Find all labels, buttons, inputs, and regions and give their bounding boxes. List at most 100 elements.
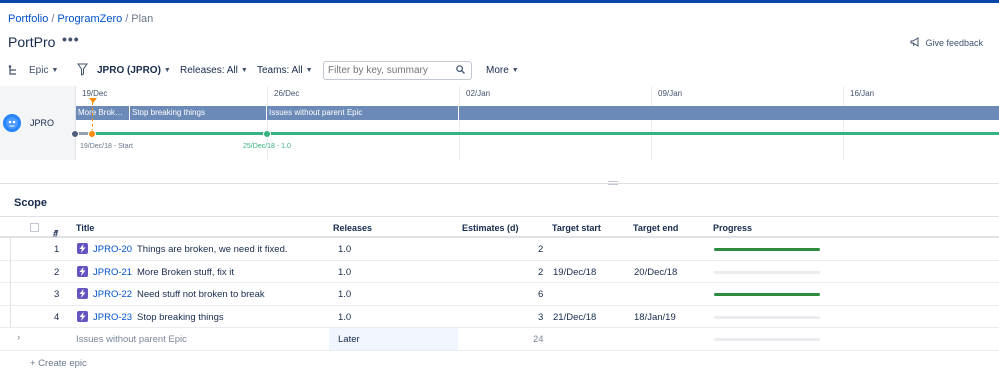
give-feedback-label: Give feedback xyxy=(925,38,983,48)
teams-filter-dropdown[interactable]: Teams: All ▼ xyxy=(257,65,313,76)
timeline-date: 16/Jan xyxy=(850,89,875,98)
project-filter-label: JPRO (JPRO) xyxy=(97,65,161,76)
pane-divider xyxy=(0,183,999,184)
table-row[interactable]: 3 JPRO-22 Need stuff not broken to break 1.… xyxy=(0,283,999,306)
target-end-cell[interactable]: 20/Dec/18 xyxy=(634,267,677,278)
resize-grip-icon[interactable] xyxy=(608,181,618,185)
releases-filter-label: Releases: All xyxy=(180,65,238,76)
column-estimates[interactable]: Estimates (d) xyxy=(462,223,519,233)
epic-icon xyxy=(77,265,88,277)
estimate-cell[interactable]: 2 xyxy=(538,244,543,255)
more-dropdown[interactable]: More ▼ xyxy=(486,65,519,76)
release-cell[interactable]: 1.0 xyxy=(338,267,351,278)
give-feedback-button[interactable]: Give feedback xyxy=(910,37,983,49)
epic-icon xyxy=(77,288,88,300)
release-cell[interactable]: 1.0 xyxy=(338,312,351,323)
hierarchy-label: Epic xyxy=(29,65,49,76)
hierarchy-dropdown[interactable]: Epic ▼ xyxy=(29,65,58,76)
timeline-bar[interactable]: Stop breaking things xyxy=(130,106,267,120)
column-title[interactable]: Title xyxy=(76,223,94,233)
megaphone-icon xyxy=(910,37,921,49)
issue-summary[interactable]: Stop breaking things xyxy=(137,312,224,323)
today-dot xyxy=(88,129,96,138)
column-target-end[interactable]: Target end xyxy=(633,223,678,233)
no-parent-title: Issues without parent Epic xyxy=(76,334,187,346)
timeline-bar[interactable]: Issues without parent Epic xyxy=(267,106,459,120)
target-end-cell[interactable]: 18/Jan/19 xyxy=(634,312,676,323)
timeline-project-row[interactable]: JPRO xyxy=(0,86,76,160)
search-icon[interactable] xyxy=(456,64,465,77)
issue-key-link[interactable]: JPRO-23 xyxy=(93,312,132,323)
chevron-down-icon: ▼ xyxy=(163,67,171,74)
progress-fill xyxy=(714,293,820,297)
select-all-checkbox[interactable] xyxy=(30,223,39,232)
release-cell[interactable]: 1.0 xyxy=(338,244,351,255)
project-avatar xyxy=(3,114,21,132)
epic-icon xyxy=(77,310,88,322)
chevron-down-icon: ▼ xyxy=(511,67,519,74)
progress-bar xyxy=(714,338,820,342)
table-row[interactable]: 1 JPRO-20 Things are broken, we need it fi… xyxy=(0,238,999,261)
estimate-cell[interactable]: 3 xyxy=(538,312,543,323)
release-line xyxy=(76,132,999,135)
timeline-date: 09/Jan xyxy=(658,89,683,98)
filter-icon[interactable] xyxy=(77,63,88,79)
timeline-project-label: JPRO xyxy=(30,118,55,128)
release-cell[interactable]: 1.0 xyxy=(338,289,351,300)
timeline-dates: 19/Dec 26/Dec 02/Jan 09/Jan 16/Jan xyxy=(76,86,999,104)
page-title: PortPro xyxy=(8,34,56,50)
no-parent-estimate: 24 xyxy=(533,334,544,346)
sort-down-icon: ▼ xyxy=(53,229,60,236)
timeline-date: 02/Jan xyxy=(466,89,491,98)
target-start-cell[interactable]: 21/Dec/18 xyxy=(553,312,596,323)
search-box xyxy=(323,61,472,80)
table-header: # ▼ Title Releases Estimates (d) Target … xyxy=(0,216,999,239)
timeline-date: 26/Dec xyxy=(274,89,300,98)
breadcrumb: Portfolio / ProgramZero / Plan xyxy=(8,13,153,25)
table-row[interactable]: 4 JPRO-23 Stop breaking things 1.0 3 21/Dec/1… xyxy=(0,306,999,329)
issue-summary[interactable]: More Broken stuff, fix it xyxy=(137,267,234,278)
no-parent-row[interactable]: › Issues without parent Epic Later 24 xyxy=(0,328,999,351)
timeline-bar[interactable]: More Brok… xyxy=(76,106,130,120)
release-label: 25/Dec/18 - 1.0 xyxy=(243,143,291,150)
issue-key-link[interactable]: JPRO-20 xyxy=(93,244,132,255)
issue-key-link[interactable]: JPRO-21 xyxy=(93,267,132,278)
hierarchy-icon[interactable] xyxy=(8,65,18,79)
more-actions-button[interactable]: ••• xyxy=(62,31,80,47)
timeline-bar-continuation xyxy=(459,106,999,120)
row-number: 2 xyxy=(54,266,60,278)
row-number: 3 xyxy=(54,289,60,301)
column-target-start[interactable]: Target start xyxy=(552,223,601,233)
timeline-date: 19/Dec xyxy=(82,89,108,98)
scope-title: Scope xyxy=(14,197,48,209)
issue-summary[interactable]: Need stuff not broken to break xyxy=(137,289,265,300)
estimate-cell[interactable]: 6 xyxy=(538,289,543,300)
breadcrumb-separator: / xyxy=(125,13,129,25)
no-parent-release[interactable]: Later xyxy=(338,334,360,345)
issue-key-link[interactable]: JPRO-22 xyxy=(93,289,132,300)
progress-bar xyxy=(714,315,820,319)
release-dot[interactable] xyxy=(263,129,271,138)
target-start-cell[interactable]: 19/Dec/18 xyxy=(553,267,596,278)
table-row[interactable]: 2 JPRO-21 More Broken stuff, fix it 1.0 2 19/… xyxy=(0,261,999,284)
release-start-dot[interactable] xyxy=(71,129,79,138)
breadcrumb-program[interactable]: ProgramZero xyxy=(57,13,122,25)
create-epic-button[interactable]: + Create epic xyxy=(30,358,87,369)
today-marker-icon xyxy=(89,98,97,103)
top-accent-bar xyxy=(0,0,999,3)
chevron-down-icon: ▼ xyxy=(240,67,248,74)
issue-summary[interactable]: Things are broken, we need it fixed. xyxy=(137,244,288,255)
column-progress[interactable]: Progress xyxy=(713,223,752,233)
column-releases[interactable]: Releases xyxy=(333,223,372,233)
chevron-right-icon[interactable]: › xyxy=(17,332,20,343)
project-filter-dropdown[interactable]: JPRO (JPRO) ▼ xyxy=(97,65,171,76)
more-label: More xyxy=(486,65,509,76)
teams-filter-label: Teams: All xyxy=(257,65,303,76)
releases-filter-dropdown[interactable]: Releases: All ▼ xyxy=(180,65,248,76)
scope-table: # ▼ Title Releases Estimates (d) Target … xyxy=(0,216,999,351)
estimate-cell[interactable]: 2 xyxy=(538,267,543,278)
search-input[interactable] xyxy=(328,65,448,76)
breadcrumb-separator: / xyxy=(51,13,55,25)
breadcrumb-portfolio[interactable]: Portfolio xyxy=(8,13,48,25)
chevron-down-icon: ▼ xyxy=(305,67,313,74)
